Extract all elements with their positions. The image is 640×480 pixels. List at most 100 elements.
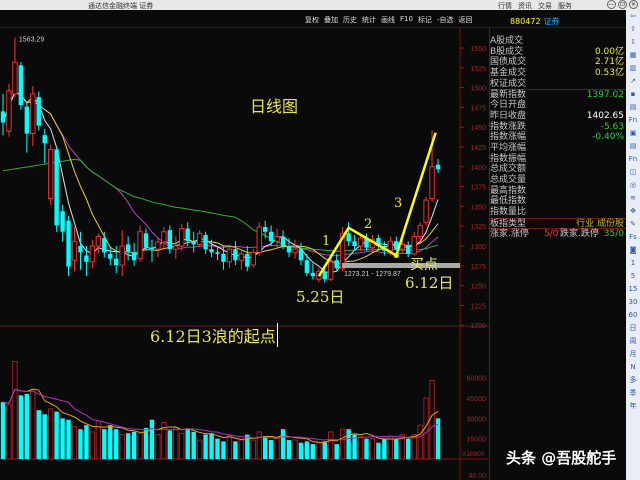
candle <box>238 250 245 270</box>
quote-value: 2.71亿 <box>594 57 624 68</box>
tool-button[interactable]: 周 <box>626 335 640 348</box>
candle <box>143 228 149 251</box>
quote-label: 指数量比 <box>490 207 527 217</box>
indicator-value-label: 40.00 <box>468 473 486 480</box>
tool-button[interactable]: 季 <box>626 387 640 400</box>
volume-bar <box>203 434 208 459</box>
candle-body <box>137 231 143 260</box>
quote-row: 板指类型 行业 成份股 <box>490 217 626 229</box>
volume-bar <box>215 438 220 459</box>
tool-button[interactable]: 5 <box>626 270 640 283</box>
tool-button[interactable]: ▥ <box>626 62 640 75</box>
candle-body <box>221 253 226 262</box>
volume-bar <box>60 418 65 459</box>
candle <box>262 220 268 239</box>
candle <box>36 91 41 131</box>
candle-body <box>328 261 334 280</box>
candle-body <box>71 240 78 261</box>
price-tick-label: 1250 <box>470 284 486 291</box>
quote-value: 0.53亿 <box>594 68 624 79</box>
volume-bar <box>238 439 245 460</box>
volume-bar <box>30 389 36 460</box>
overlay-button[interactable]: 叠加 <box>324 15 338 25</box>
candle-body <box>18 65 24 106</box>
tool-button[interactable]: ⇩ <box>626 36 640 49</box>
quote-label: 最高指数 <box>490 185 527 196</box>
tool-button[interactable]: ✎ <box>626 218 640 231</box>
candle-body <box>322 271 327 280</box>
volume-bar <box>429 379 435 460</box>
volume-bar <box>376 442 381 459</box>
tool-button[interactable]: ↗ <box>626 75 640 88</box>
note-text[interactable]: 6.12日3浪的起点 <box>150 323 278 347</box>
tool-button[interactable]: 日 <box>626 322 640 335</box>
stats-button[interactable]: 统计 <box>362 15 376 25</box>
tool-button[interactable]: ⇧ <box>626 23 640 36</box>
tool-button[interactable]: Fs <box>626 231 640 244</box>
quote-label: 板指类型 <box>490 218 527 229</box>
volume-bar <box>173 427 179 460</box>
buy-point-label: 买点 <box>410 257 438 273</box>
volume-tick-label: 45000 <box>467 396 487 403</box>
tool-button[interactable]: ▤ <box>626 140 640 153</box>
candle-body <box>304 260 310 273</box>
tool-button[interactable]: ◫ <box>626 166 640 179</box>
tool-button[interactable]: 月 <box>626 348 640 361</box>
watchlist-button[interactable]: -自选 <box>437 15 454 25</box>
tool-button[interactable]: ✥ <box>626 205 640 218</box>
tool-button[interactable]: Fn <box>626 114 640 127</box>
candle-body <box>0 111 6 123</box>
mark-button[interactable]: 标记 <box>418 15 432 25</box>
volume-unit-label: X10000 <box>462 451 485 458</box>
candle-body <box>250 251 256 266</box>
candle <box>42 128 47 163</box>
f10-button[interactable]: F10 <box>400 15 413 25</box>
quote-row: A股成交 <box>490 36 626 47</box>
volume-bar <box>340 428 346 460</box>
tool-button[interactable]: ▦ <box>626 49 640 62</box>
quote-row: 涨家.涨停 5/0 跌家.跌停 35/0 <box>490 228 626 239</box>
tool-button[interactable]: 1 <box>626 257 640 270</box>
volume-bar <box>226 435 233 460</box>
candle-body <box>12 61 18 95</box>
tool-button[interactable]: 30 <box>626 296 640 309</box>
candle <box>125 236 131 261</box>
quote-label: 涨家.涨停 <box>490 229 529 240</box>
volume-bar <box>357 435 364 460</box>
tool-button[interactable]: 多 <box>626 374 640 387</box>
tool-button[interactable]: 60 <box>626 309 640 322</box>
adjust-button[interactable]: 复权 <box>305 15 319 25</box>
tool-button[interactable]: ▤ <box>626 101 640 114</box>
minimize-icon[interactable]: — <box>607 0 616 9</box>
candle-body <box>245 253 250 267</box>
tool-button[interactable]: ◎ <box>626 179 640 192</box>
tool-button[interactable]: ▪ <box>626 88 640 101</box>
tool-button[interactable]: 15 <box>626 283 640 296</box>
candle-body <box>54 149 59 226</box>
tool-button[interactable]: ⇦ <box>626 10 640 23</box>
volume-bar <box>268 440 274 459</box>
candle-body <box>346 233 351 242</box>
quote-value: 5/0 <box>544 229 559 240</box>
history-button[interactable]: 历史 <box>343 15 357 25</box>
restore-icon[interactable]: ⊡ <box>618 0 627 9</box>
tool-button[interactable]: 年 <box>626 400 640 413</box>
draw-line-button[interactable]: 画线 <box>381 15 395 25</box>
tool-button[interactable]: Fn <box>626 153 640 166</box>
candle-body <box>185 228 190 242</box>
quote-label: 最新指数 <box>490 90 527 101</box>
candle-body <box>114 258 119 266</box>
candle <box>292 239 298 259</box>
back-button[interactable]: 返回 <box>458 15 472 25</box>
tool-button[interactable]: ▣ <box>626 127 640 140</box>
tool-button[interactable]: N <box>626 361 640 374</box>
volume-bar <box>369 438 376 460</box>
close-icon[interactable]: ✕ <box>629 0 638 9</box>
security-code: 880472 <box>510 17 541 26</box>
candle-body <box>435 164 441 170</box>
tool-button[interactable]: ◙ <box>626 244 640 257</box>
tool-button[interactable]: ≋ <box>626 192 640 205</box>
candle-body <box>352 241 357 246</box>
volume-bar <box>221 441 226 459</box>
candle <box>30 86 36 147</box>
